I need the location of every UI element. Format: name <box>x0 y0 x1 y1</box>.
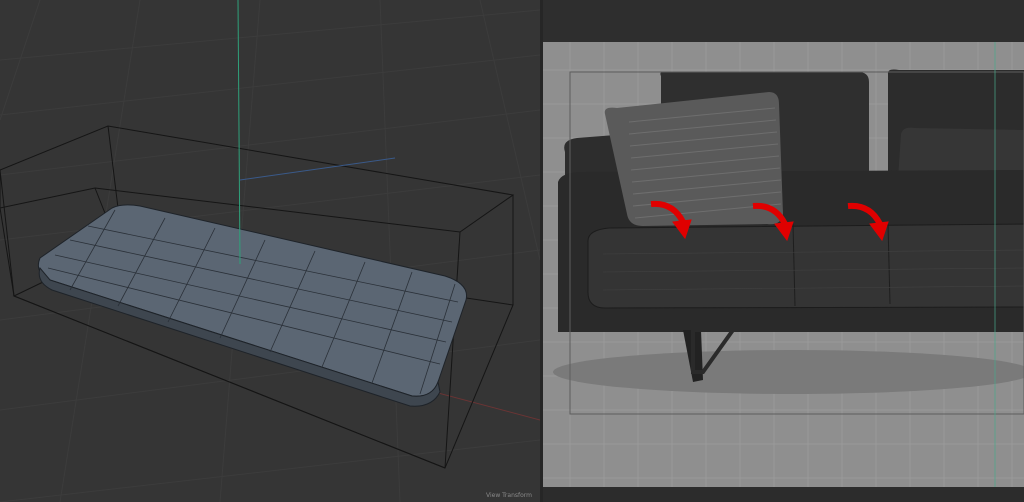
sofa-reference-photo <box>543 42 1024 487</box>
y-axis-line <box>237 0 241 265</box>
reference-image-viewport[interactable] <box>543 0 1024 502</box>
reference-image-panel <box>543 42 1024 487</box>
seat-cushion <box>587 223 1024 309</box>
cushion-mesh[interactable] <box>37 204 468 407</box>
viewport-canvas[interactable] <box>0 0 540 502</box>
viewport-footer <box>543 487 1024 502</box>
3d-viewport[interactable] <box>0 0 540 502</box>
app-window: View Transform <box>0 0 1024 502</box>
viewport-hud-text: View Transform <box>486 492 532 499</box>
